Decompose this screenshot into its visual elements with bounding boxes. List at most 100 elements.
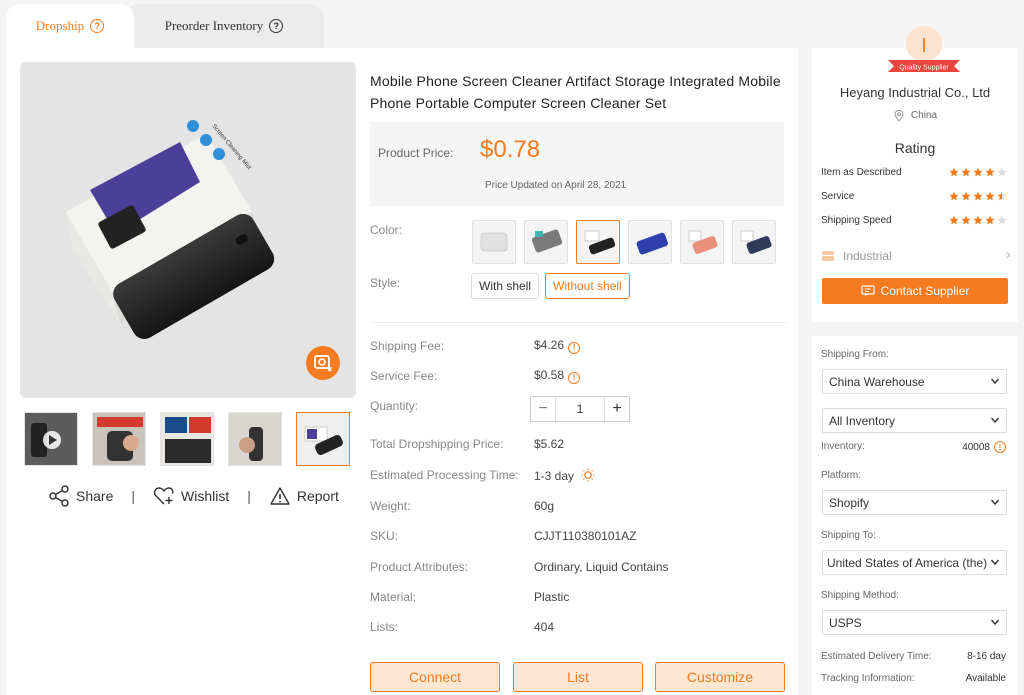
material-label: Material:	[370, 590, 417, 604]
star-rating	[949, 215, 1007, 225]
supplier-category-link[interactable]: Industrial ›	[821, 246, 1011, 266]
rating-row-shipping-speed: Shipping Speed	[821, 215, 1011, 229]
share-button[interactable]: Share	[48, 485, 113, 507]
rating-row-item-as-described: Item as Described	[821, 167, 1011, 181]
thumbnail-image	[297, 413, 349, 465]
factory-icon	[822, 251, 834, 261]
color-swatch-image	[688, 230, 718, 254]
chevron-down-icon	[990, 619, 1000, 626]
shipping-method-select[interactable]: USPS	[822, 610, 1007, 635]
help-icon[interactable]: ?	[269, 19, 284, 33]
inventory-count: 40008	[962, 441, 990, 453]
style-label: Style:	[370, 276, 401, 290]
platform-select[interactable]: Shopify	[822, 490, 1007, 515]
shipping-from-select[interactable]: China Warehouse	[822, 369, 1007, 394]
color-option-black-selected[interactable]	[576, 220, 620, 264]
supplier-country: China	[910, 110, 938, 121]
star-icon	[997, 215, 1007, 225]
rating-row-service: Service	[821, 191, 1011, 205]
report-button[interactable]: Report	[269, 486, 339, 506]
color-swatch-image	[636, 232, 668, 255]
list-button[interactable]: List	[513, 662, 643, 692]
supplier-category: Industrial	[843, 249, 892, 263]
tab-bar: Preorder Inventory ? Dropship ?	[6, 4, 326, 48]
quantity-stepper: − 1 +	[530, 396, 630, 422]
image-search-icon	[314, 355, 332, 372]
tab-dropship-label: Dropship	[35, 18, 85, 33]
star-rating	[949, 191, 1007, 201]
tracking-label: Tracking Information:	[821, 673, 915, 684]
color-swatch-image	[480, 232, 508, 252]
rating-label: Shipping Speed	[821, 215, 892, 226]
shipping-to-select[interactable]: United States of America (the)	[822, 550, 1007, 575]
decrease-quantity-button[interactable]: −	[531, 397, 555, 421]
chevron-down-icon	[990, 499, 1000, 506]
star-icon	[973, 167, 983, 177]
contact-supplier-button[interactable]: Contact Supplier	[822, 278, 1008, 304]
color-option-pink[interactable]	[680, 220, 724, 264]
shipping-fee-value: $4.26!	[534, 338, 581, 354]
style-option-without-shell[interactable]: Without shell	[545, 273, 630, 299]
chevron-down-icon	[990, 378, 1000, 385]
separator: |	[247, 488, 251, 504]
product-price: $0.78	[480, 136, 541, 163]
quantity-input[interactable]: 1	[555, 397, 605, 421]
supplier-card: I Quality Supplier Heyang Industrial Co.…	[812, 26, 1018, 322]
processing-time: 1-3 day	[534, 469, 575, 483]
thumbnail-video[interactable]	[24, 412, 78, 466]
supplier-name[interactable]: Heyang Industrial Co., Ltd	[812, 85, 1018, 100]
color-options	[472, 220, 782, 266]
connect-button[interactable]: Connect	[370, 662, 500, 692]
inventory-select-value: All Inventory	[829, 413, 896, 428]
star-icon	[985, 215, 995, 225]
info-icon[interactable]: !	[994, 441, 1006, 453]
tab-preorder-label: Preorder Inventory	[164, 18, 264, 33]
shipping-card: Shipping From: China Warehouse All Inven…	[812, 336, 1018, 695]
help-icon[interactable]: ?	[90, 19, 105, 33]
supplier-location: China	[812, 110, 1018, 122]
wishlist-button[interactable]: Wishlist	[153, 486, 229, 506]
product-actions: Share | Wishlist | Report	[48, 484, 348, 508]
shipping-method-label: Shipping Method:	[821, 590, 899, 601]
share-label: Share	[76, 488, 114, 504]
platform-label: Platform:	[821, 470, 862, 481]
shipping-from-value: China Warehouse	[829, 374, 925, 389]
star-icon	[985, 167, 995, 177]
wishlist-label: Wishlist	[181, 488, 230, 504]
color-option-blue[interactable]	[628, 220, 672, 264]
info-icon[interactable]: !	[568, 341, 581, 354]
main-product-image[interactable]: Screen Cleaning Mist	[20, 62, 356, 398]
attributes-label: Product Attributes:	[370, 560, 469, 574]
product-card: Screen Cleaning Mist Share | Wishlist | …	[6, 48, 798, 695]
badge-ribbon-text: Quality Supplier	[899, 65, 949, 72]
lists-value: 404	[534, 620, 555, 634]
share-icon	[49, 485, 69, 507]
star-icon	[949, 167, 959, 177]
thumbnail-2[interactable]	[92, 412, 146, 466]
image-search-button[interactable]	[306, 346, 340, 380]
rating-label: Service	[821, 191, 855, 202]
tab-preorder-inventory[interactable]: Preorder Inventory ?	[124, 4, 324, 48]
thumbnail-4[interactable]	[228, 412, 282, 466]
sku-value: CJJT110380101AZ	[534, 529, 637, 543]
star-icon	[997, 167, 1007, 177]
thumbnail-3[interactable]	[160, 412, 214, 466]
price-box: Product Price: $0.78 Price Updated on Ap…	[370, 122, 784, 206]
material-value: Plastic	[534, 590, 570, 604]
weight-label: Weight:	[370, 499, 411, 513]
increase-quantity-button[interactable]: +	[605, 397, 629, 421]
inventory-select[interactable]: All Inventory	[822, 408, 1007, 433]
service-fee-label: Service Fee:	[370, 369, 438, 383]
color-option-navy[interactable]	[732, 220, 776, 264]
style-option-with-shell[interactable]: With shell	[471, 273, 540, 299]
color-option-clear[interactable]	[472, 220, 516, 264]
color-option-gray[interactable]	[524, 220, 568, 264]
tab-dropship[interactable]: Dropship ?	[6, 4, 134, 48]
customize-button[interactable]: Customize	[655, 662, 785, 692]
star-icon	[961, 191, 971, 201]
lightbulb-icon[interactable]	[581, 468, 595, 482]
info-icon[interactable]: !	[568, 371, 581, 384]
star-icon	[961, 167, 971, 177]
thumbnail-5-selected[interactable]	[296, 412, 350, 466]
star-icon	[997, 191, 1007, 201]
